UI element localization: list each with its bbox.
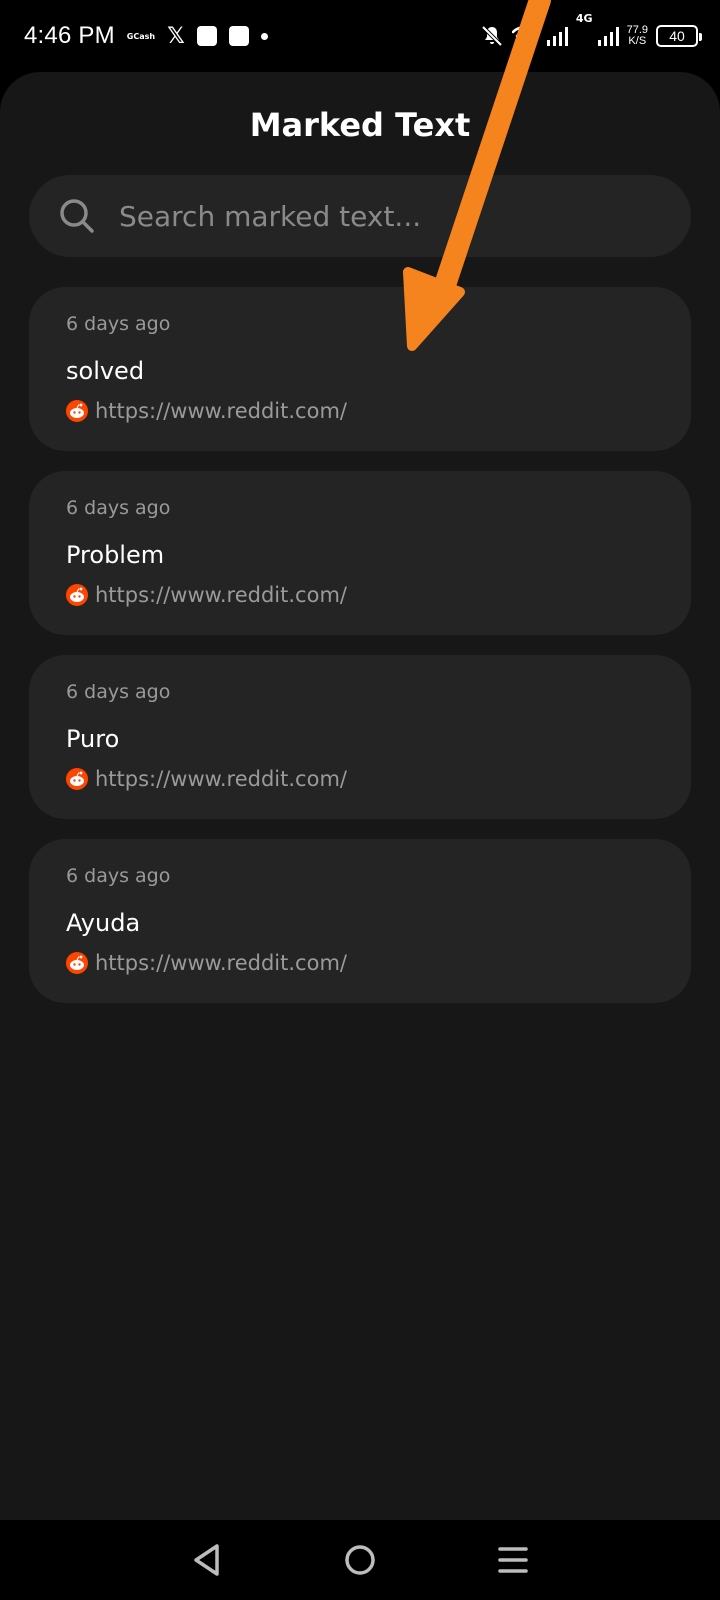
app-panel: Marked Text 6 days ago solved — [0, 72, 720, 1520]
item-source: https://www.reddit.com/ — [66, 767, 655, 791]
phone-screen: 4:46 PM GCash 𝕏 4G 77.9 K/S 40 Marked Te… — [0, 0, 720, 1600]
item-source: https://www.reddit.com/ — [66, 951, 655, 975]
item-timestamp: 6 days ago — [66, 865, 171, 887]
marked-text-list: 6 days ago solved https://www.reddit.com… — [29, 287, 691, 1023]
marked-text-item[interactable]: 6 days ago Problem https://www.reddit.co… — [29, 471, 691, 635]
item-timestamp: 6 days ago — [66, 313, 171, 335]
item-text: Problem — [66, 541, 165, 569]
item-url: https://www.reddit.com/ — [95, 767, 347, 791]
item-text: solved — [66, 357, 145, 385]
home-circle-icon[interactable] — [336, 1536, 384, 1584]
back-triangle-icon[interactable] — [183, 1536, 231, 1584]
reddit-icon — [66, 584, 88, 606]
item-text: Puro — [66, 725, 120, 753]
menu-lines-icon[interactable] — [489, 1536, 537, 1584]
status-left: 4:46 PM GCash 𝕏 — [24, 22, 268, 50]
battery-level: 40 — [669, 28, 685, 44]
marked-text-item[interactable]: 6 days ago Puro https://www.reddit.com/ — [29, 655, 691, 819]
item-timestamp: 6 days ago — [66, 497, 171, 519]
reddit-icon — [66, 400, 88, 422]
item-url: https://www.reddit.com/ — [95, 583, 347, 607]
status-bar: 4:46 PM GCash 𝕏 4G 77.9 K/S 40 — [0, 0, 720, 72]
item-url: https://www.reddit.com/ — [95, 951, 347, 975]
network-speed: 77.9 K/S — [627, 25, 648, 47]
gcash-notification-icon: GCash — [126, 31, 156, 41]
signal-strength-icon — [546, 27, 568, 46]
status-right: 4G 77.9 K/S 40 — [480, 12, 702, 48]
navigation-bar — [0, 1520, 720, 1600]
wifi-icon — [511, 25, 538, 46]
battery-icon: 40 — [656, 25, 702, 47]
network-type-label: 4G — [575, 12, 593, 25]
x-notification-icon: 𝕏 — [167, 23, 185, 49]
reddit-icon — [66, 768, 88, 790]
item-source: https://www.reddit.com/ — [66, 399, 655, 423]
page-title: Marked Text — [249, 106, 471, 144]
item-text: Ayuda — [66, 909, 141, 937]
app-notification-icon — [228, 26, 249, 46]
search-input[interactable] — [119, 199, 659, 233]
bell-muted-icon — [481, 25, 503, 47]
search-bar[interactable] — [29, 175, 691, 257]
marked-text-item[interactable]: 6 days ago Ayuda https://www.reddit.com/ — [29, 839, 691, 1003]
status-time: 4:46 PM — [24, 22, 115, 49]
item-timestamp: 6 days ago — [66, 681, 171, 703]
marked-text-item[interactable]: 6 days ago solved https://www.reddit.com… — [29, 287, 691, 451]
reddit-icon — [66, 952, 88, 974]
item-source: https://www.reddit.com/ — [66, 583, 655, 607]
signal-strength-icon — [597, 27, 619, 46]
network-speed-unit: K/S — [628, 35, 647, 47]
item-url: https://www.reddit.com/ — [95, 399, 347, 423]
more-notifications-dot-icon — [260, 32, 268, 40]
search-icon — [57, 196, 97, 236]
app-notification-icon — [196, 26, 217, 46]
